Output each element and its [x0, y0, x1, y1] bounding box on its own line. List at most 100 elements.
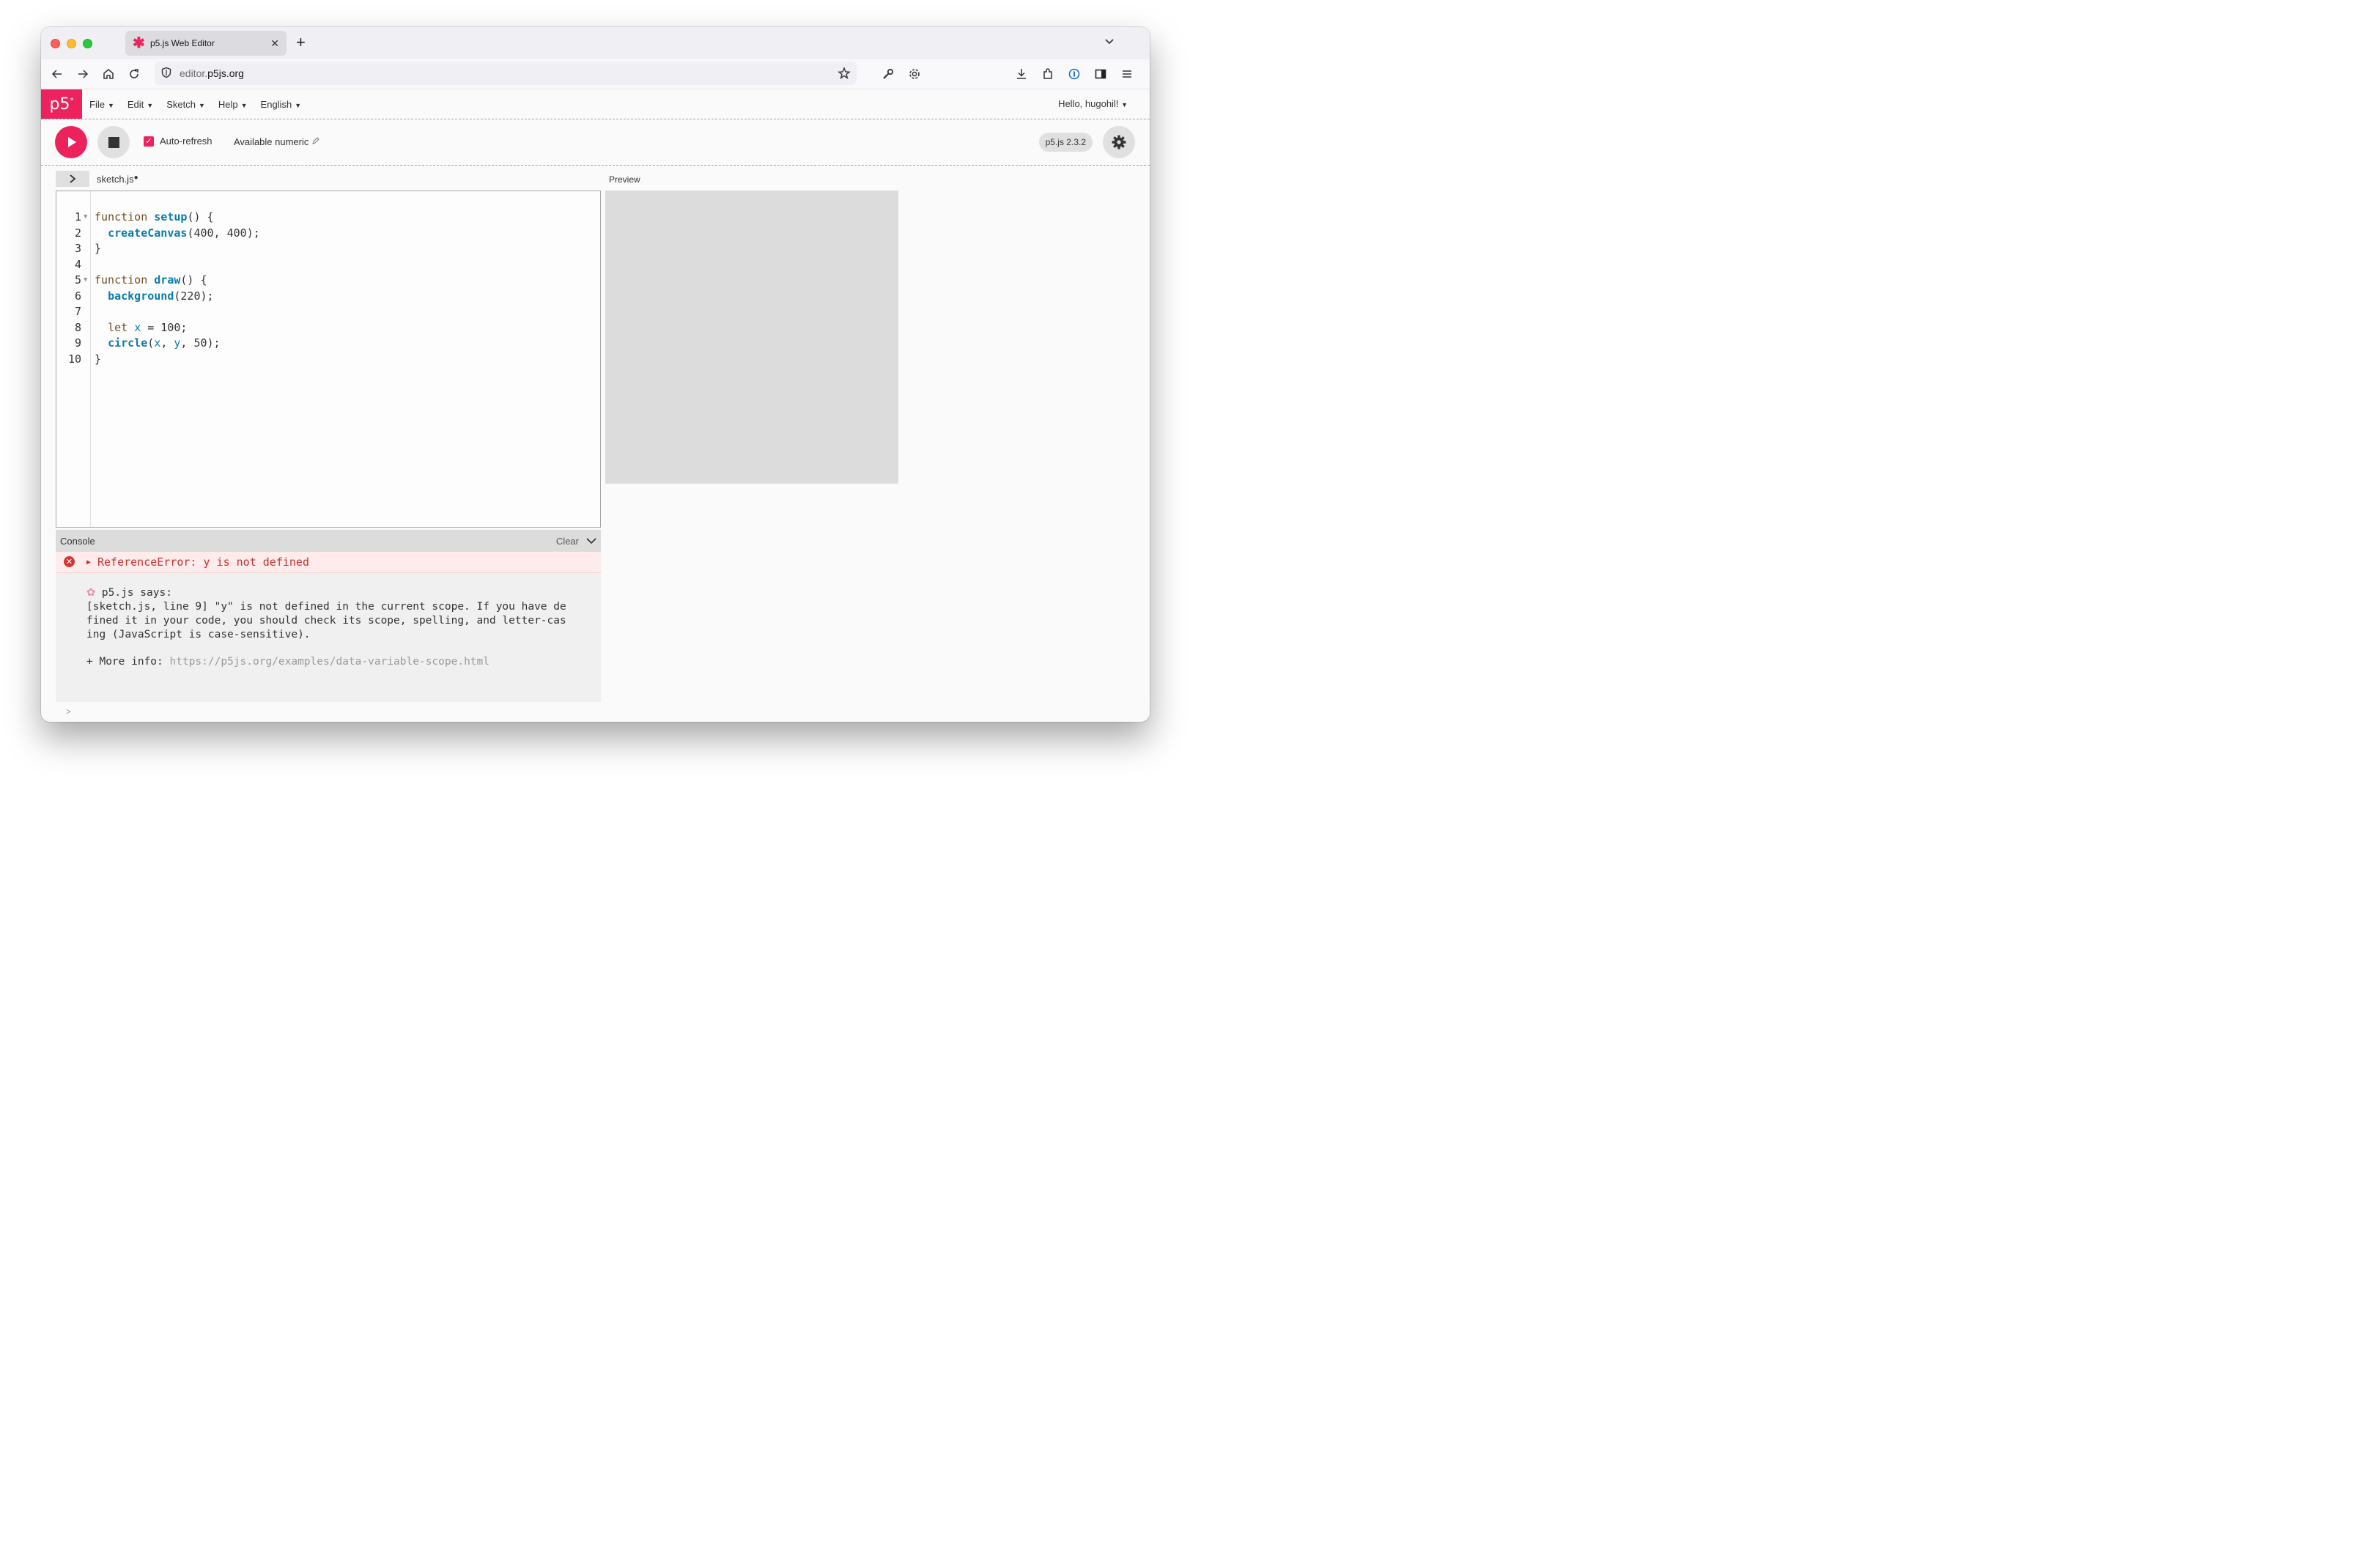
pencil-icon[interactable]: [311, 136, 319, 147]
code-line-active: 8 let x = 100;: [56, 320, 600, 336]
p5-message-line: [sketch.js, line 9] "y" is not defined i…: [86, 601, 566, 613]
extensions-icon[interactable]: [1041, 67, 1055, 81]
version-badge[interactable]: p5.js 2.3.2: [1038, 133, 1093, 152]
code-line: 10 }: [56, 352, 600, 368]
line-number: 10: [67, 352, 81, 366]
password-manager-icon[interactable]: [1067, 67, 1082, 81]
editor-toolbar: ✓ Auto-refresh Available numeric p5.js 2…: [41, 119, 1150, 166]
close-window-button[interactable]: [51, 39, 60, 48]
code-line: 7: [56, 304, 600, 320]
home-icon[interactable]: [101, 67, 116, 81]
line-number: 8: [74, 320, 81, 334]
caret-down-icon: ▼: [295, 101, 302, 109]
gear-icon[interactable]: [907, 67, 922, 81]
line-number: 5: [74, 273, 81, 287]
sidebar-icon[interactable]: [1093, 67, 1108, 81]
maximize-window-button[interactable]: [83, 39, 92, 48]
browser-tab-p5-editor[interactable]: ✱ p5.js Web Editor ✕: [125, 31, 287, 56]
play-button[interactable]: [55, 126, 87, 158]
p5-nav-header: p5 * File ▼ Edit ▼ Sketch ▼ Help ▼ English ▼ H…: [41, 89, 1150, 119]
stop-button[interactable]: [97, 126, 130, 158]
wrench-icon[interactable]: [881, 67, 895, 81]
browser-window: ✱ p5.js Web Editor ✕ + editor.p5js.org p…: [41, 27, 1150, 722]
auto-refresh-toggle[interactable]: ✓ Auto-refresh: [144, 136, 212, 147]
error-message: ReferenceError: y is not defined: [97, 555, 309, 569]
line-number: 4: [74, 257, 81, 271]
fold-arrow-icon[interactable]: ▼: [84, 273, 87, 289]
reload-icon[interactable]: [127, 67, 141, 81]
hamburger-menu-icon[interactable]: [1120, 67, 1134, 81]
code-line: 2 createCanvas(400, 400);: [56, 226, 600, 242]
preview-label: Preview: [609, 174, 640, 185]
address-bar[interactable]: editor.p5js.org: [155, 62, 857, 85]
code-line: 3 }: [56, 241, 600, 257]
bookmark-star-icon[interactable]: [838, 67, 851, 82]
url-text: editor.p5js.org: [180, 67, 244, 79]
tab-title: p5.js Web Editor: [150, 38, 215, 48]
play-icon: [68, 137, 76, 147]
console-title: Console: [60, 535, 95, 547]
p5-logo[interactable]: p5 *: [41, 89, 82, 119]
p5-favicon-icon: ✱: [133, 35, 145, 51]
file-tab-sketch-js[interactable]: sketch.js●: [97, 174, 138, 185]
browser-tab-bar: ✱ p5.js Web Editor ✕ +: [41, 27, 1150, 59]
preview-canvas[interactable]: [605, 191, 898, 484]
caret-down-icon: ▼: [198, 101, 205, 109]
caret-down-icon: ▼: [147, 101, 154, 109]
menu-file[interactable]: File ▼: [89, 99, 114, 110]
main-menu: File ▼ Edit ▼ Sketch ▼ Help ▼ English ▼: [89, 89, 314, 119]
more-info-label: + More info:: [86, 656, 163, 668]
close-tab-icon[interactable]: ✕: [270, 37, 279, 50]
settings-button[interactable]: [1103, 126, 1135, 158]
shield-icon[interactable]: [160, 67, 172, 81]
console-prompt-icon: >: [66, 706, 72, 717]
stop-icon: [108, 136, 119, 148]
download-icon[interactable]: [1014, 67, 1029, 81]
gear-icon: [1112, 135, 1126, 149]
console-clear-button[interactable]: Clear: [556, 536, 579, 547]
browser-nav-bar: editor.p5js.org: [41, 59, 1150, 89]
chevron-right-icon: [70, 174, 76, 183]
checkbox-checked-icon[interactable]: ✓: [144, 136, 154, 147]
expand-triangle-icon[interactable]: ▶: [86, 558, 91, 566]
menu-edit[interactable]: Edit ▼: [128, 99, 153, 110]
code-lines: 1 ▼ function setup() { 2 createCanvas(40…: [56, 210, 600, 367]
code-line: 5 ▼ function draw() {: [56, 273, 600, 289]
caret-down-icon: ▼: [240, 101, 248, 109]
console-body: ✕ ▶ ReferenceError: y is not defined ✿ p…: [56, 552, 601, 722]
menu-sketch[interactable]: Sketch ▼: [166, 99, 205, 110]
error-icon: ✕: [64, 556, 75, 567]
p5-message-line: ing (JavaScript is case-sensitive).: [86, 629, 311, 640]
console-error-row[interactable]: ✕ ▶ ReferenceError: y is not defined: [56, 552, 601, 573]
console-header: Console Clear: [56, 530, 601, 552]
chevron-down-icon[interactable]: [586, 536, 596, 547]
line-number: 9: [74, 336, 81, 350]
code-editor[interactable]: 1 ▼ function setup() { 2 createCanvas(40…: [56, 191, 601, 528]
line-number: 2: [74, 226, 81, 240]
menu-language[interactable]: English ▼: [261, 99, 302, 110]
code-line: 1 ▼ function setup() {: [56, 210, 600, 226]
caret-down-icon: ▼: [1121, 101, 1128, 108]
caret-down-icon: ▼: [107, 101, 114, 109]
menu-help[interactable]: Help ▼: [218, 99, 248, 110]
p5-says-label: p5.js says:: [101, 587, 172, 599]
more-info-link[interactable]: https://p5js.org/examples/data-variable-…: [170, 656, 490, 668]
list-all-tabs-icon[interactable]: [1104, 36, 1115, 48]
line-number: 6: [74, 289, 81, 303]
minimize-window-button[interactable]: [67, 39, 76, 48]
flower-icon: ✿: [86, 587, 96, 599]
line-number: 3: [74, 242, 81, 255]
code-line: 6 background(220);: [56, 289, 600, 305]
code-line-error: 9 circle(x, y, 50);: [56, 336, 600, 352]
sidebar-toggle-button[interactable]: [56, 171, 89, 187]
sketch-name[interactable]: Available numeric: [234, 136, 319, 147]
new-tab-button[interactable]: +: [296, 34, 306, 51]
fold-arrow-icon[interactable]: ▼: [84, 210, 87, 226]
line-number: 1: [74, 210, 81, 224]
back-icon[interactable]: [50, 67, 64, 81]
p5-friendly-error: ✿ p5.js says: [sketch.js, line 9] "y" is…: [86, 586, 577, 669]
forward-icon[interactable]: [75, 67, 90, 81]
p5-message-line: fined it in your code, you should check …: [86, 615, 566, 627]
console-input[interactable]: >: [56, 702, 601, 722]
user-menu[interactable]: Hello, hugohil! ▼: [1058, 98, 1128, 109]
